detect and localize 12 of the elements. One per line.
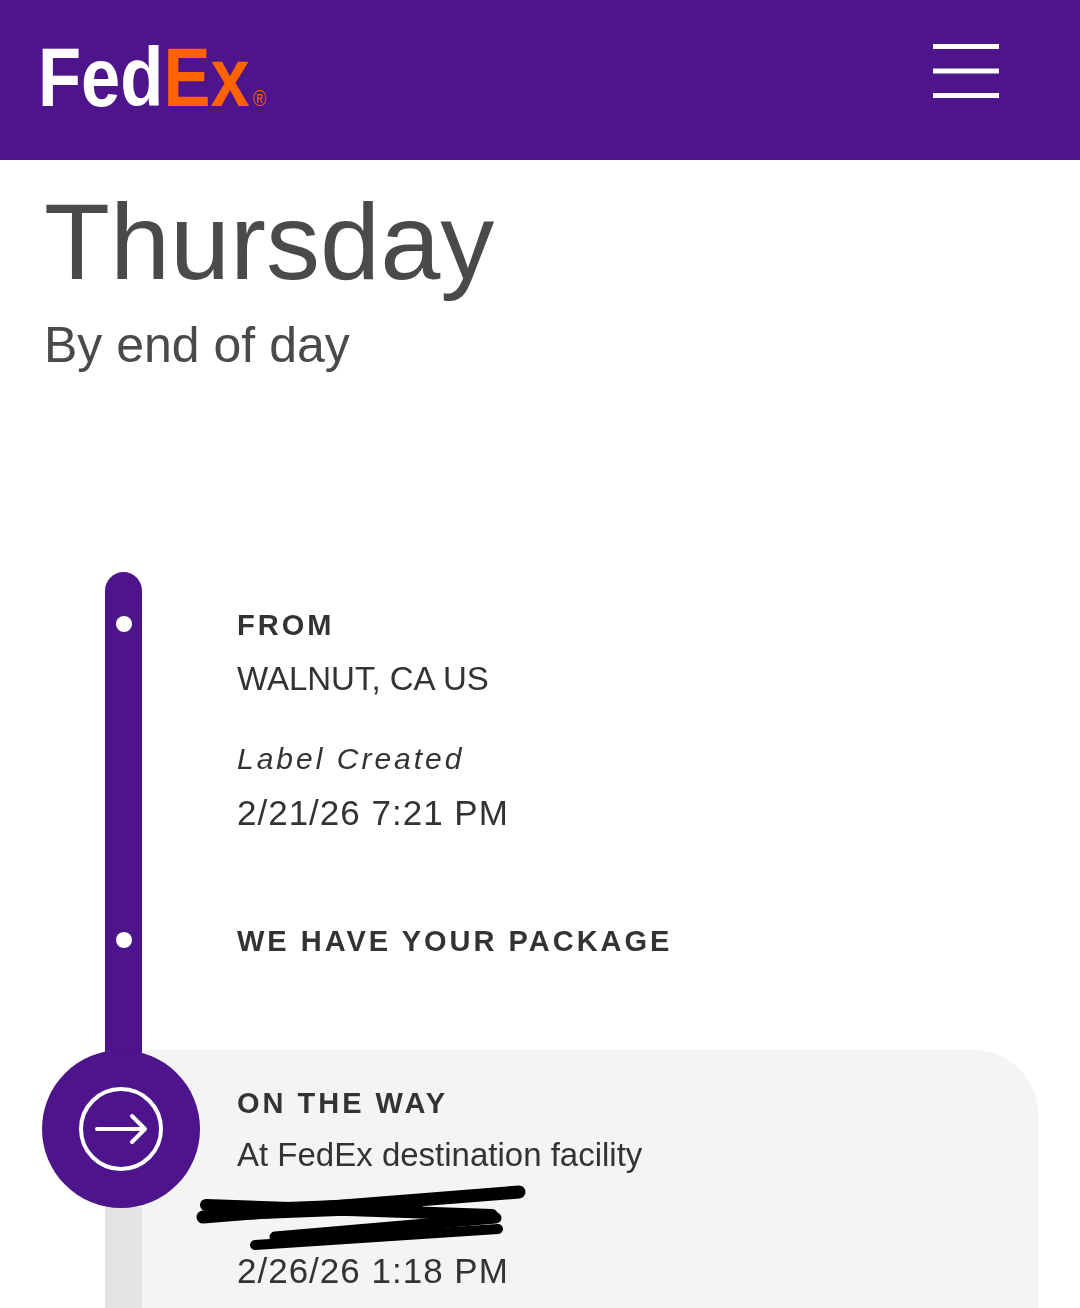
delivery-day: Thursday bbox=[44, 182, 495, 301]
delivery-window: By end of day bbox=[44, 315, 350, 375]
logo: FedEx® bbox=[38, 34, 267, 119]
step-time: 2/26/26 1:18 PM bbox=[237, 1250, 509, 1292]
step-event: Label Created bbox=[237, 741, 465, 777]
step-location: WALNUT, CA US bbox=[237, 659, 489, 699]
step-title: WE HAVE YOUR PACKAGE bbox=[237, 924, 673, 959]
step-time: 2/21/26 7:21 PM bbox=[237, 792, 509, 834]
step-status: At FedEx destination facility bbox=[237, 1135, 643, 1175]
step-title: FROM bbox=[237, 608, 335, 643]
menu-icon[interactable] bbox=[933, 44, 999, 98]
step-title: ON THE WAY bbox=[237, 1086, 448, 1121]
